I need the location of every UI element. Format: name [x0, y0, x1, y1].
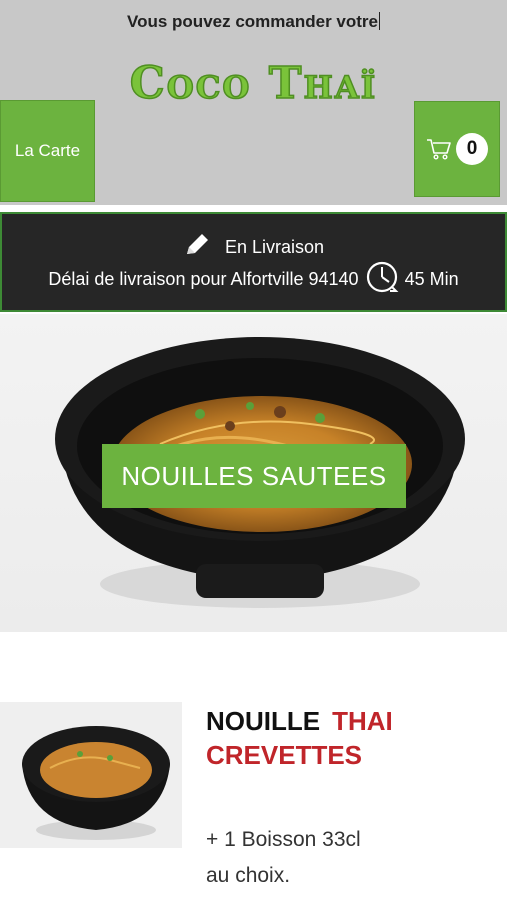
- delivery-mode[interactable]: En Livraison: [2, 232, 505, 263]
- delivery-delay: Délai de livraison pour Alfortville 9414…: [2, 260, 505, 299]
- cart-count-badge: 0: [456, 133, 488, 165]
- product-title-accent: CREVETTES: [206, 740, 363, 770]
- category-title[interactable]: NOUILLES SAUTEES: [102, 444, 406, 508]
- marquee-text: Vous pouvez commander votre: [127, 12, 380, 31]
- category-hero[interactable]: NOUILLES SAUTEES: [0, 314, 507, 632]
- cart-button[interactable]: 0: [414, 101, 500, 197]
- delivery-banner[interactable]: En Livraison Délai de livraison pour Alf…: [0, 212, 507, 312]
- menu-button[interactable]: La Carte: [0, 100, 95, 202]
- delivery-delay-label: Délai de livraison pour Alfortville 9414…: [48, 269, 359, 289]
- delivery-mode-label: En Livraison: [224, 237, 325, 257]
- product-title-word: NOUILLE: [206, 706, 321, 736]
- product-description-line: au choix.: [206, 864, 291, 887]
- pencil-icon: [183, 232, 211, 263]
- product-title-accent: THAI: [332, 706, 393, 736]
- product-bowl-image: [22, 726, 170, 840]
- header: Vous pouvez commander votre Coco Thaï La…: [0, 0, 507, 205]
- cart-icon: [426, 137, 452, 161]
- product-title[interactable]: NOUILLE THAI CREVETTES: [206, 704, 496, 772]
- clock-icon: [365, 260, 399, 299]
- product-description: + 1 Boisson 33cl au choix.: [206, 822, 496, 894]
- divider: [0, 205, 507, 212]
- product-description-line: + 1 Boisson 33cl: [206, 828, 361, 851]
- product-image[interactable]: [0, 702, 182, 848]
- delivery-delay-value: 45 Min: [404, 269, 459, 289]
